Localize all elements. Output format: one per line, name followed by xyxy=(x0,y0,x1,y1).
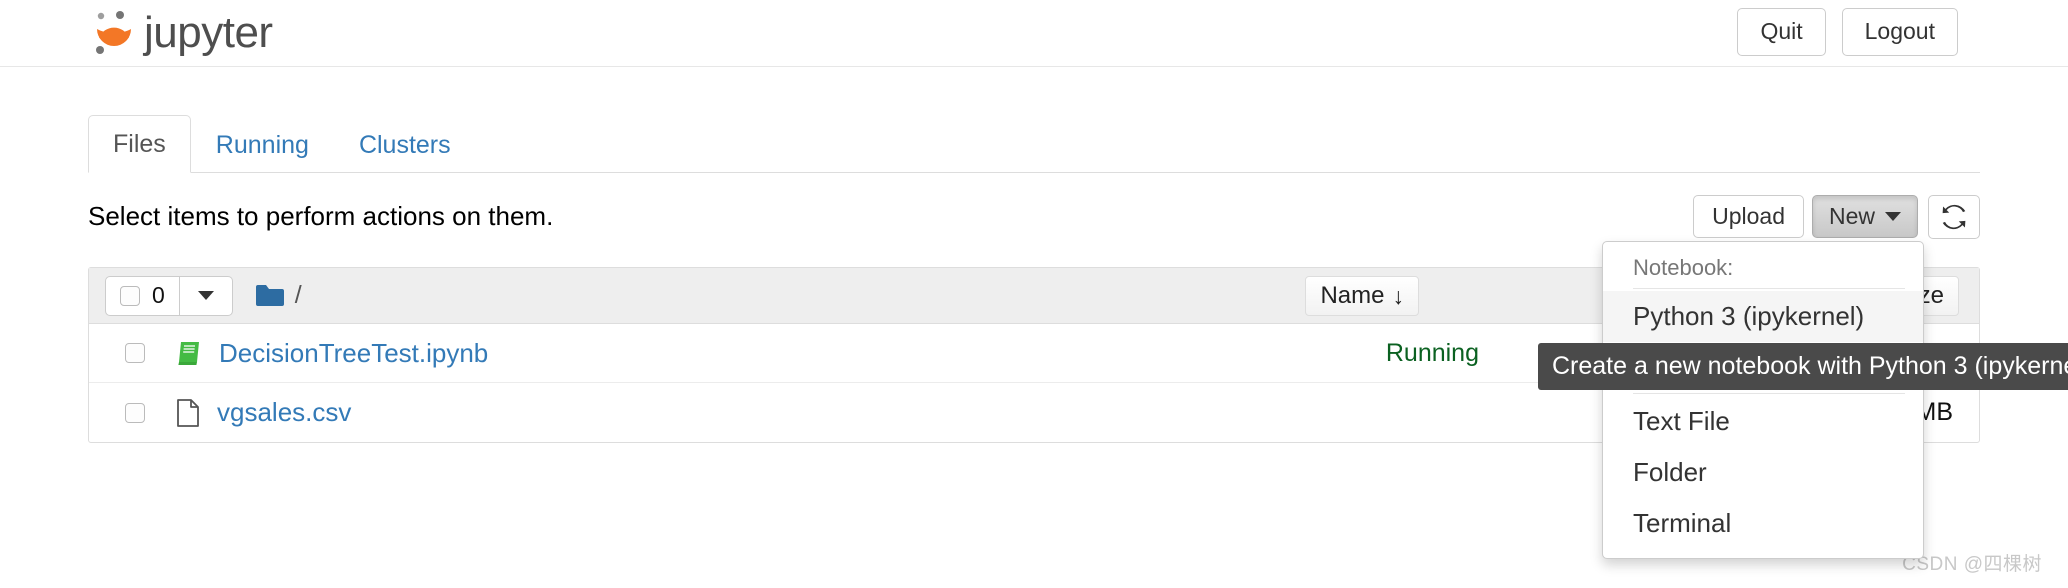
tab-bar: Files Running Clusters xyxy=(88,115,1980,174)
select-all-checkbox-button[interactable]: 0 xyxy=(105,275,180,316)
header-actions: Quit Logout xyxy=(1737,8,1958,56)
file-name-link[interactable]: vgsales.csv xyxy=(217,397,351,428)
arrow-down-icon: ↓ xyxy=(1392,282,1405,309)
tab-clusters[interactable]: Clusters xyxy=(334,116,476,173)
breadcrumb[interactable]: / xyxy=(295,281,302,310)
select-all-dropdown-button[interactable] xyxy=(179,275,233,316)
new-button[interactable]: New xyxy=(1811,195,1918,239)
sort-by-name-label: Name xyxy=(1320,282,1385,310)
refresh-icon xyxy=(1942,205,1966,230)
new-button-label: New xyxy=(1828,203,1875,230)
status-badge: Running xyxy=(1385,338,1479,367)
jupyter-file-browser-page: jupyter Quit Logout Files Running Cluste… xyxy=(0,0,2068,588)
quit-button[interactable]: Quit xyxy=(1737,8,1826,56)
row-checkbox[interactable] xyxy=(125,343,145,364)
select-items-message: Select items to perform actions on them. xyxy=(88,201,554,232)
select-all-group: 0 xyxy=(105,275,233,316)
sort-by-name-button[interactable]: Name ↓ xyxy=(1305,276,1419,317)
menu-item-text-file[interactable]: Text File xyxy=(1603,396,1923,447)
notebook-icon xyxy=(175,339,203,367)
upload-button[interactable]: Upload xyxy=(1693,195,1804,239)
action-bar: Select items to perform actions on them.… xyxy=(88,195,1980,245)
selected-count: 0 xyxy=(152,282,165,309)
tab-files[interactable]: Files xyxy=(88,115,191,174)
jupyter-logo-text: jupyter xyxy=(144,8,273,57)
tabs-area: Files Running Clusters xyxy=(0,115,2068,174)
action-bar-buttons: Upload New xyxy=(1693,195,1980,240)
menu-item-folder[interactable]: Folder xyxy=(1603,447,1923,498)
refresh-button[interactable] xyxy=(1928,195,1980,240)
new-dropdown-menu: Notebook: Python 3 (ipykernel) Other: Te… xyxy=(1602,241,1924,559)
file-name-link[interactable]: DecisionTreeTest.ipynb xyxy=(219,338,488,369)
folder-icon xyxy=(255,283,285,309)
menu-item-terminal[interactable]: Terminal xyxy=(1603,498,1923,549)
menu-section-notebook-header: Notebook: xyxy=(1603,251,1923,291)
row-checkbox[interactable] xyxy=(125,402,145,423)
tooltip-content: Create a new notebook with Python 3 (ipy… xyxy=(1538,343,2068,390)
select-all-checkbox[interactable] xyxy=(120,285,140,306)
chevron-down-icon xyxy=(197,291,214,301)
tab-running[interactable]: Running xyxy=(191,116,334,173)
menu-item-python3[interactable]: Python 3 (ipykernel) xyxy=(1603,291,1923,342)
page-header: jupyter Quit Logout xyxy=(0,0,2068,67)
file-icon xyxy=(175,398,201,428)
jupyter-logo[interactable]: jupyter xyxy=(90,0,273,66)
chevron-down-icon xyxy=(1885,212,1901,222)
logout-button[interactable]: Logout xyxy=(1841,8,1958,56)
jupyter-logo-icon xyxy=(96,11,131,54)
